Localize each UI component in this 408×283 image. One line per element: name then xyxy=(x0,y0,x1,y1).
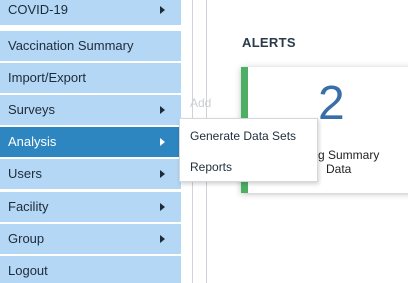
alert-count: 2 xyxy=(318,77,345,130)
submenu-item-generate-data-sets[interactable]: Generate Data Sets xyxy=(190,129,296,143)
sidebar-item-users[interactable]: Users xyxy=(0,159,181,189)
sidebar-item-label: Surveys xyxy=(8,102,55,117)
alert-card-label-line1: g Summary xyxy=(318,148,380,162)
caret-right-icon xyxy=(160,6,165,14)
caret-right-icon xyxy=(160,235,165,243)
caret-right-icon xyxy=(160,106,165,114)
sidebar-item-label: Import/Export xyxy=(8,70,87,85)
sidebar-item-label: Users xyxy=(8,166,42,181)
sidebar-item-covid-19[interactable]: COVID-19 xyxy=(0,0,181,25)
sidebar-item-label: COVID-19 xyxy=(8,2,68,17)
sidebar-item-analysis[interactable]: Analysis xyxy=(0,127,181,157)
analysis-submenu: Generate Data Sets Reports xyxy=(179,118,318,182)
submenu-item-reports[interactable]: Reports xyxy=(190,160,232,174)
caret-right-icon xyxy=(160,138,165,146)
alerts-heading: ALERTS xyxy=(242,35,296,50)
caret-right-icon xyxy=(160,203,165,211)
sidebar: COVID-19 Vaccination Summary Import/Expo… xyxy=(0,0,181,283)
sidebar-item-surveys[interactable]: Surveys xyxy=(0,95,181,125)
sidebar-item-logout[interactable]: Logout xyxy=(0,256,181,283)
sidebar-item-vaccination-summary[interactable]: Vaccination Summary xyxy=(0,31,181,61)
add-link[interactable]: Add xyxy=(190,96,211,110)
app-stage: COVID-19 Vaccination Summary Import/Expo… xyxy=(0,0,408,283)
sidebar-item-label: Analysis xyxy=(8,134,57,149)
sidebar-item-label: Group xyxy=(8,231,45,246)
sidebar-item-label: Facility xyxy=(8,199,49,214)
sidebar-item-label: Vaccination Summary xyxy=(8,38,134,53)
alert-card-label: g Summary Data xyxy=(318,148,379,176)
caret-right-icon xyxy=(160,170,165,178)
sidebar-item-group[interactable]: Group xyxy=(0,224,181,254)
sidebar-item-facility[interactable]: Facility xyxy=(0,192,181,222)
sidebar-item-import-export[interactable]: Import/Export xyxy=(0,63,181,93)
alert-card-label-line2: Data xyxy=(326,162,352,176)
sidebar-item-label: Logout xyxy=(8,263,48,278)
